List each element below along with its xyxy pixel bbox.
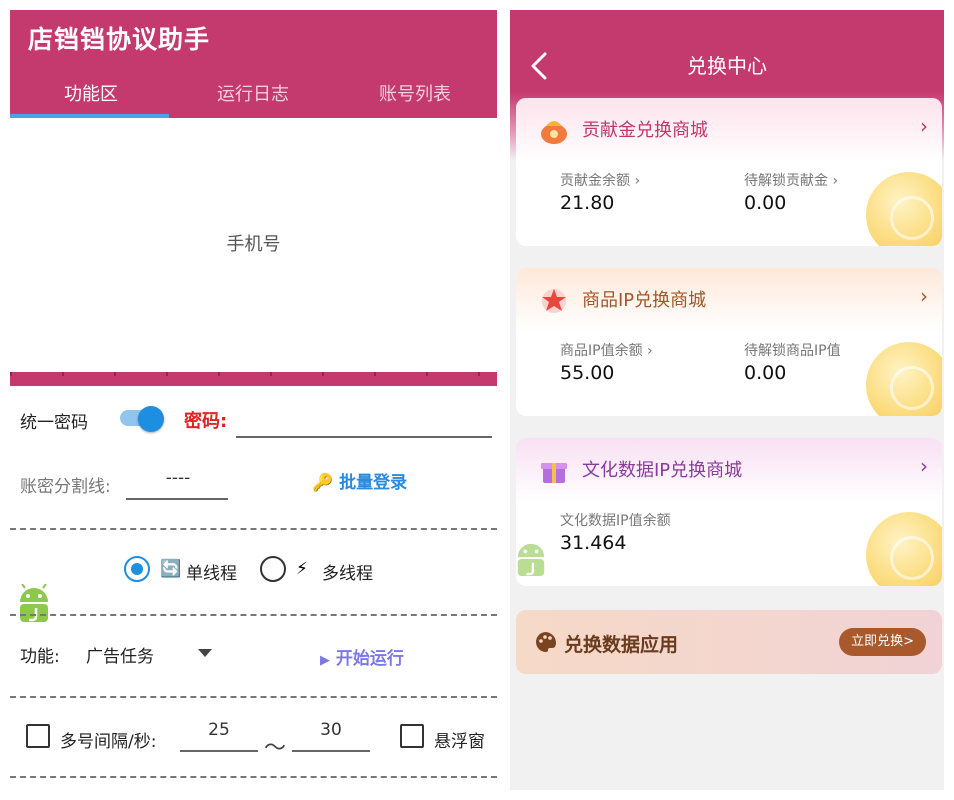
password-label: 密码: <box>184 411 228 432</box>
refresh-icon: 🔄 <box>160 559 182 579</box>
exchange-center-panel: 兑换中心 贡献金兑换商城 › 贡献金余额 › 21.80 待解锁贡献金 › 0.… <box>510 10 944 790</box>
palette-icon <box>536 632 557 652</box>
interval-max-value[interactable]: 30 <box>292 720 370 740</box>
divider <box>10 614 497 616</box>
interval-tilde: ～ <box>264 736 287 761</box>
gift-box-icon <box>541 463 567 483</box>
star-badge-icon <box>542 289 566 313</box>
divider <box>10 696 497 698</box>
single-thread-radio[interactable] <box>124 556 150 582</box>
multi-interval-checkbox[interactable] <box>26 724 50 748</box>
exchange-center-title: 兑换中心 <box>687 54 767 78</box>
phone-input-area[interactable]: 手机号 <box>10 118 497 380</box>
batch-login-label: 批量登录 <box>339 473 408 493</box>
tab-functions[interactable]: 功能区 <box>10 80 172 106</box>
chevron-right-icon[interactable]: › <box>920 284 928 308</box>
stat-label[interactable]: 贡献金余额 › <box>560 170 640 190</box>
password-input[interactable] <box>236 436 492 438</box>
unified-password-label: 统一密码 <box>20 413 88 433</box>
float-window-label: 悬浮窗 <box>434 732 485 752</box>
start-run-label: 开始运行 <box>335 649 404 669</box>
assistant-app-panel: 店铛铛协议助手 功能区 运行日志 账号列表 手机号 统一密码 密码: 账密分割线… <box>10 10 497 790</box>
coin-decoration <box>866 512 942 586</box>
app-title: 店铛铛协议助手 <box>28 25 211 54</box>
screenshot-stage: 店铛铛协议助手 功能区 运行日志 账号列表 手机号 统一密码 密码: 账密分割线… <box>0 0 954 800</box>
culture-ip-exchange-card[interactable]: 文化数据IP兑换商城 › 文化数据IP值余额 31.464 <box>516 438 942 586</box>
stat-value: 31.464 <box>560 532 627 554</box>
single-thread-label: 单线程 <box>186 564 237 584</box>
stat-label[interactable]: 商品IP值余额 › <box>560 340 653 360</box>
chevron-right-icon[interactable]: › <box>920 454 928 478</box>
interval-min-value[interactable]: 25 <box>180 720 258 740</box>
data-application-title: 兑换数据应用 <box>564 634 679 656</box>
card-title: 商品IP兑换商城 <box>582 290 707 311</box>
stat-value: 0.00 <box>744 192 787 214</box>
divider <box>10 528 497 530</box>
dropdown-caret-icon[interactable] <box>198 649 212 657</box>
android-icon <box>20 584 48 622</box>
coin-decoration <box>866 172 942 246</box>
stat-value: 0.00 <box>744 362 787 384</box>
key-icon: 🔑 <box>312 473 334 493</box>
separator-input[interactable] <box>126 498 228 500</box>
phone-placeholder: 手机号 <box>226 234 281 255</box>
separator-label: 账密分割线: <box>20 477 111 497</box>
tab-account-list[interactable]: 账号列表 <box>334 80 496 106</box>
batch-login-button[interactable]: 🔑 批量登录 <box>312 468 407 493</box>
card-title: 文化数据IP兑换商城 <box>582 460 743 481</box>
stat-value: 55.00 <box>560 362 615 384</box>
multi-thread-label: 多线程 <box>322 564 373 584</box>
card-title: 贡献金兑换商城 <box>582 120 708 141</box>
stat-value: 21.80 <box>560 192 615 214</box>
divider <box>10 776 497 778</box>
data-application-card[interactable]: 兑换数据应用 立即兑换> <box>516 610 942 674</box>
unified-password-toggle[interactable] <box>120 406 164 432</box>
interval-max-input[interactable] <box>292 750 370 752</box>
stat-label[interactable]: 待解锁商品IP值 <box>744 340 841 360</box>
stat-label[interactable]: 待解锁贡献金 › <box>744 170 838 190</box>
gift-bag-icon <box>541 121 567 144</box>
separator-input-value[interactable]: ---- <box>128 468 228 488</box>
start-run-button[interactable]: ▶ 开始运行 <box>320 644 404 669</box>
contribution-exchange-card[interactable]: 贡献金兑换商城 › 贡献金余额 › 21.80 待解锁贡献金 › 0.00 <box>516 98 942 246</box>
function-label: 功能: <box>20 647 60 667</box>
product-ip-exchange-card[interactable]: 商品IP兑换商城 › 商品IP值余额 › 55.00 待解锁商品IP值 0.00 <box>516 268 942 416</box>
phone-area-scrollbar[interactable] <box>10 372 497 386</box>
stat-label: 文化数据IP值余额 <box>560 513 671 529</box>
exchange-now-button[interactable]: 立即兑换> <box>839 628 926 656</box>
coin-decoration <box>866 342 942 416</box>
app-header: 店铛铛协议助手 功能区 运行日志 账号列表 <box>10 10 497 118</box>
multi-thread-radio[interactable] <box>260 556 286 582</box>
interval-min-input[interactable] <box>180 750 258 752</box>
lightning-icon: ⚡ <box>296 559 308 579</box>
play-icon: ▶ <box>320 653 330 668</box>
float-window-checkbox[interactable] <box>400 724 424 748</box>
android-icon <box>517 543 545 576</box>
interval-label: 多号间隔/秒: <box>60 732 157 752</box>
chevron-right-icon[interactable]: › <box>920 114 928 138</box>
tab-run-log[interactable]: 运行日志 <box>172 80 334 106</box>
function-select[interactable]: 广告任务 <box>86 642 154 667</box>
